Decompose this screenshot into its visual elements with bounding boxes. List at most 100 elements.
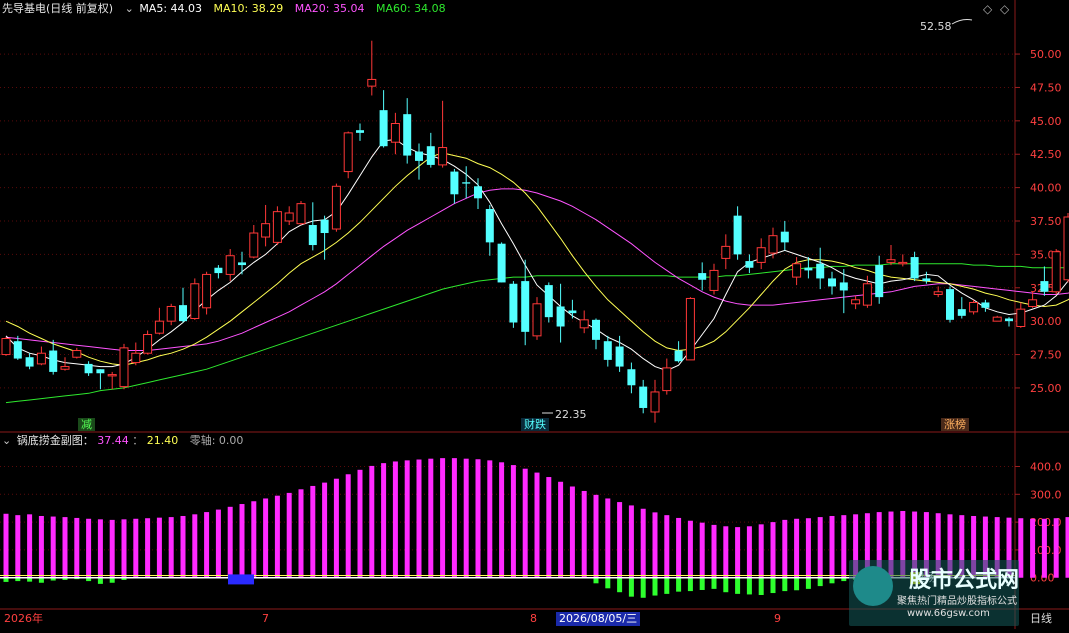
logo-icon <box>853 566 893 606</box>
osc-bar <box>181 516 186 578</box>
y-tick-label: 27.50 <box>1030 349 1062 362</box>
osc-bar <box>157 518 162 578</box>
osc-neg-bar <box>605 578 610 589</box>
osc-bar <box>487 460 492 577</box>
osc-bar <box>794 519 799 578</box>
osc-bar <box>1030 519 1035 578</box>
osc-bar <box>51 517 56 578</box>
y-tick-label: 37.50 <box>1030 215 1062 228</box>
osc-bar <box>546 477 551 578</box>
osc-bar <box>523 469 528 578</box>
candle-body <box>14 341 22 358</box>
candle-body <box>273 212 281 243</box>
osc-bar <box>605 498 610 577</box>
chevron-down-icon[interactable]: ⌄ <box>2 434 11 447</box>
candle-body <box>250 233 258 257</box>
candle-body <box>167 306 175 321</box>
footer-month-8: 8 <box>530 612 537 626</box>
candle-body <box>61 367 69 370</box>
chart-canvas[interactable]: 25.0027.5030.0032.5035.0037.5040.0042.50… <box>0 0 1069 629</box>
candle-body <box>1017 309 1025 326</box>
osc-bar <box>511 465 516 578</box>
candle-body <box>132 353 140 362</box>
diamond-icon[interactable]: ◇ <box>983 2 992 16</box>
candle-body <box>816 264 824 279</box>
osc-bar <box>653 512 658 577</box>
sub-title[interactable]: 锅底捞金副图： <box>17 434 94 447</box>
osc-bar <box>192 514 197 577</box>
osc-bar <box>841 515 846 578</box>
sub-y-tick-label: 400.0 <box>1030 460 1062 473</box>
candle-body <box>332 186 340 229</box>
diamond-icon-2[interactable]: ◇ <box>1000 2 1009 16</box>
stock-title[interactable]: 先导基电(日线 前复权) <box>2 2 113 15</box>
candle-body <box>285 213 293 221</box>
osc-bar <box>393 461 398 577</box>
osc-neg-bar <box>676 578 681 592</box>
candle-body <box>592 320 600 340</box>
watermark-title: 股市公式网 <box>909 562 1019 594</box>
candle-body <box>214 268 222 273</box>
y-tick-label: 30.00 <box>1030 315 1062 328</box>
osc-neg-bar <box>782 578 787 591</box>
osc-bar <box>63 517 68 578</box>
osc-bar <box>806 518 811 578</box>
candle-body <box>462 182 470 183</box>
candle-body <box>734 216 742 255</box>
osc-bar <box>664 515 669 578</box>
candle-body <box>568 310 576 313</box>
osc-bar <box>452 458 457 578</box>
chevron-down-icon[interactable]: ⌄ <box>125 2 134 15</box>
candle-body <box>1005 318 1013 321</box>
osc-bar <box>629 505 634 577</box>
period-label[interactable]: 日线 <box>1030 612 1052 626</box>
osc-bar <box>334 479 339 578</box>
osc-bar <box>476 459 481 578</box>
candle-body <box>875 265 883 297</box>
osc-bar <box>1066 517 1069 578</box>
candle-body <box>639 387 647 408</box>
osc-neg-bar <box>794 578 799 591</box>
osc-bar <box>782 520 787 578</box>
candle-body <box>155 321 163 333</box>
osc-bar <box>582 491 587 578</box>
tag-reduce: 减 <box>78 418 95 431</box>
osc-bar <box>570 487 575 578</box>
osc-neg-bar <box>98 578 103 584</box>
osc-bar <box>346 474 351 577</box>
osc-bar <box>723 526 728 577</box>
candle-body <box>96 369 104 373</box>
osc-bar <box>86 519 91 578</box>
candle-body <box>804 268 812 271</box>
osc-neg-bar <box>39 578 44 583</box>
osc-neg-bar <box>771 578 776 593</box>
candle-body <box>840 282 848 290</box>
candle-body <box>722 246 730 258</box>
osc-bar <box>700 523 705 578</box>
candle-body <box>403 114 411 155</box>
candle-body <box>557 306 565 326</box>
osc-bar <box>275 496 280 578</box>
candle-body <box>108 375 116 376</box>
osc-neg-bar <box>664 578 669 594</box>
candle-body <box>297 204 305 224</box>
osc-bar <box>688 521 693 578</box>
low-price-label: 22.35 <box>555 408 587 421</box>
candle-body <box>745 261 753 268</box>
osc-bar <box>499 462 504 577</box>
candle-body <box>439 148 447 165</box>
candle-body <box>450 172 458 195</box>
sub-value-1: 37.44 <box>97 434 129 447</box>
candle-body <box>427 146 435 165</box>
candle-body <box>887 260 895 263</box>
osc-bar <box>440 458 445 578</box>
osc-bar <box>676 518 681 578</box>
y-tick-label: 42.50 <box>1030 148 1062 161</box>
osc-neg-bar <box>806 578 811 589</box>
candle-body <box>191 284 199 319</box>
osc-bar <box>771 522 776 578</box>
candle-body <box>970 302 978 311</box>
stock-chart-window: 25.0027.5030.0032.5035.0037.5040.0042.50… <box>0 0 1069 629</box>
osc-bar <box>39 516 44 578</box>
zero-axis-label: 零轴: 0.00 <box>190 434 244 447</box>
